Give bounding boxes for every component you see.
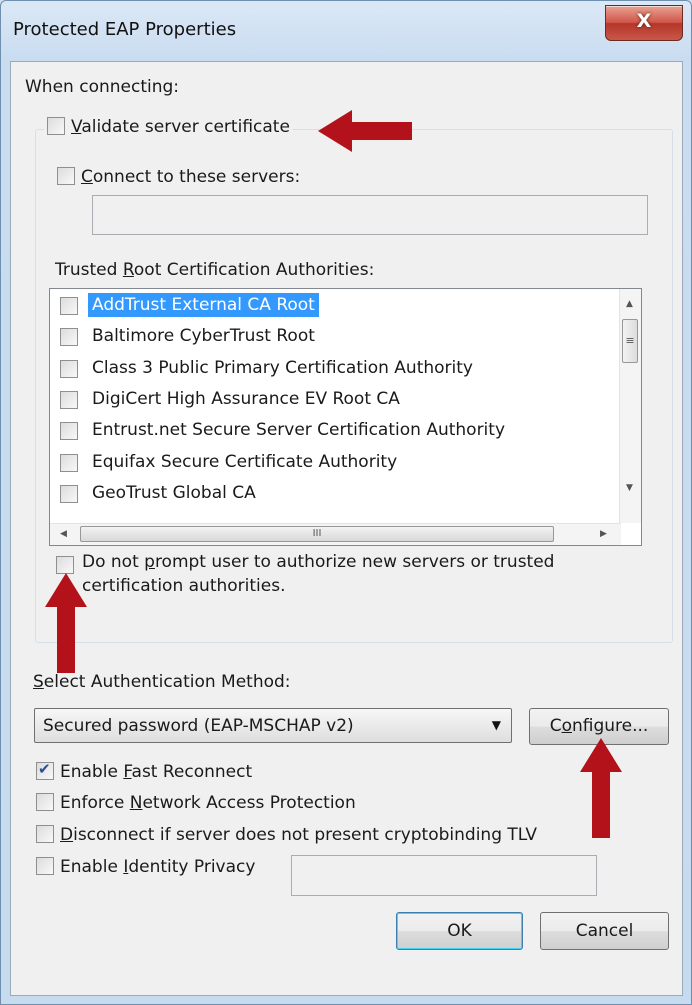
ca-item-label: Class 3 Public Primary Certification Aut… bbox=[92, 357, 473, 378]
cryptobinding-checkbox[interactable] bbox=[36, 825, 54, 843]
identity-privacy-option[interactable]: Enable Identity Privacy bbox=[36, 857, 255, 877]
validate-cert-checkbox[interactable] bbox=[47, 117, 65, 135]
ca-item-checkbox[interactable] bbox=[60, 422, 78, 441]
trusted-ca-list[interactable]: AddTrust External CA Root Baltimore Cyber… bbox=[49, 288, 642, 546]
no-prompt-label-line2: certification authorities. bbox=[82, 576, 286, 596]
no-prompt-checkbox[interactable] bbox=[56, 556, 74, 574]
horizontal-scroll-thumb[interactable]: III bbox=[80, 526, 554, 542]
auth-method-label: Select Authentication Method: bbox=[33, 672, 291, 692]
up-arrow-icon bbox=[580, 738, 622, 838]
ca-item-checkbox[interactable] bbox=[60, 453, 78, 472]
identity-input[interactable] bbox=[291, 855, 597, 896]
ca-item-label: Equifax Secure Certificate Authority bbox=[92, 451, 398, 472]
ca-item-checkbox[interactable] bbox=[60, 484, 78, 503]
nap-checkbox[interactable] bbox=[36, 793, 54, 811]
connect-servers-checkbox[interactable] bbox=[57, 167, 75, 185]
ca-item-label: GeoTrust Global CA bbox=[92, 482, 256, 503]
grip-icon: ≡ bbox=[625, 334, 635, 347]
validate-cert-label: alidate server certificate bbox=[81, 117, 290, 137]
ok-button[interactable]: OK bbox=[396, 912, 523, 950]
arrow-configure-shape bbox=[580, 738, 622, 838]
title-bar[interactable]: Protected EAP Properties X bbox=[1, 1, 691, 61]
validate-cert-option[interactable]: Validate server certificate bbox=[44, 117, 293, 143]
ca-item-label: DigiCert High Assurance EV Root CA bbox=[92, 388, 400, 409]
scroll-down-icon[interactable]: ▼ bbox=[626, 483, 633, 493]
window-title: Protected EAP Properties bbox=[13, 19, 237, 40]
scroll-right-icon[interactable]: ▶ bbox=[600, 529, 607, 539]
ca-item-checkbox[interactable] bbox=[60, 328, 78, 347]
servers-input[interactable] bbox=[92, 195, 648, 235]
ca-item-label: Baltimore CyberTrust Root bbox=[92, 326, 315, 347]
auth-method-dropdown[interactable]: Secured password (EAP-MSCHAP v2) ▼ bbox=[34, 708, 512, 743]
ca-item-checkbox[interactable] bbox=[60, 297, 78, 315]
scroll-left-icon[interactable]: ◀ bbox=[60, 529, 67, 539]
cancel-button[interactable]: Cancel bbox=[540, 912, 669, 950]
hgrip-icon: III bbox=[312, 528, 322, 539]
fast-reconnect-option[interactable]: Enable Fast Reconnect bbox=[36, 760, 252, 782]
close-button[interactable]: X bbox=[605, 5, 683, 41]
arrow-validate-shape bbox=[318, 110, 412, 152]
ca-item-label: Entrust.net Secure Server Certification … bbox=[92, 420, 506, 441]
no-prompt-label[interactable]: Do not prompt user to authorize new serv… bbox=[82, 552, 554, 572]
list-vertical-scrollbar[interactable]: ▲ ≡ ▼ bbox=[619, 289, 641, 523]
scroll-up-icon[interactable]: ▲ bbox=[626, 299, 633, 309]
cryptobinding-option[interactable]: Disconnect if server does not present cr… bbox=[36, 825, 537, 845]
connect-servers-accesskey: C bbox=[81, 167, 93, 187]
auth-method-value: Secured password (EAP-MSCHAP v2) bbox=[43, 716, 354, 736]
arrow-noprompt-shape bbox=[45, 573, 87, 673]
ca-item-checkbox[interactable] bbox=[60, 359, 78, 378]
left-arrow-icon bbox=[318, 110, 412, 152]
identity-privacy-checkbox[interactable] bbox=[36, 857, 54, 875]
fast-reconnect-checkbox[interactable] bbox=[36, 760, 54, 780]
connect-servers-option[interactable]: Connect to these servers: bbox=[57, 167, 300, 187]
connect-servers-label: onnect to these servers: bbox=[92, 167, 301, 187]
dialog-content: When connecting: Validate server certifi… bbox=[10, 61, 683, 996]
ca-item-label: AddTrust External CA Root bbox=[88, 293, 319, 317]
up-arrow-icon bbox=[45, 573, 87, 673]
chevron-down-icon[interactable]: ▼ bbox=[492, 718, 501, 732]
ca-item-checkbox[interactable] bbox=[60, 390, 78, 409]
vertical-scroll-thumb[interactable]: ≡ bbox=[622, 319, 638, 363]
list-horizontal-scrollbar[interactable]: ◀ III ▶ bbox=[50, 523, 621, 545]
validate-cert-accesskey: V bbox=[71, 117, 82, 137]
trusted-root-label: Trusted Root Certification Authorities: bbox=[55, 260, 375, 280]
close-icon: X bbox=[636, 10, 652, 32]
nap-option[interactable]: Enforce Network Access Protection bbox=[36, 793, 356, 813]
when-connecting-label: When connecting: bbox=[25, 77, 180, 97]
